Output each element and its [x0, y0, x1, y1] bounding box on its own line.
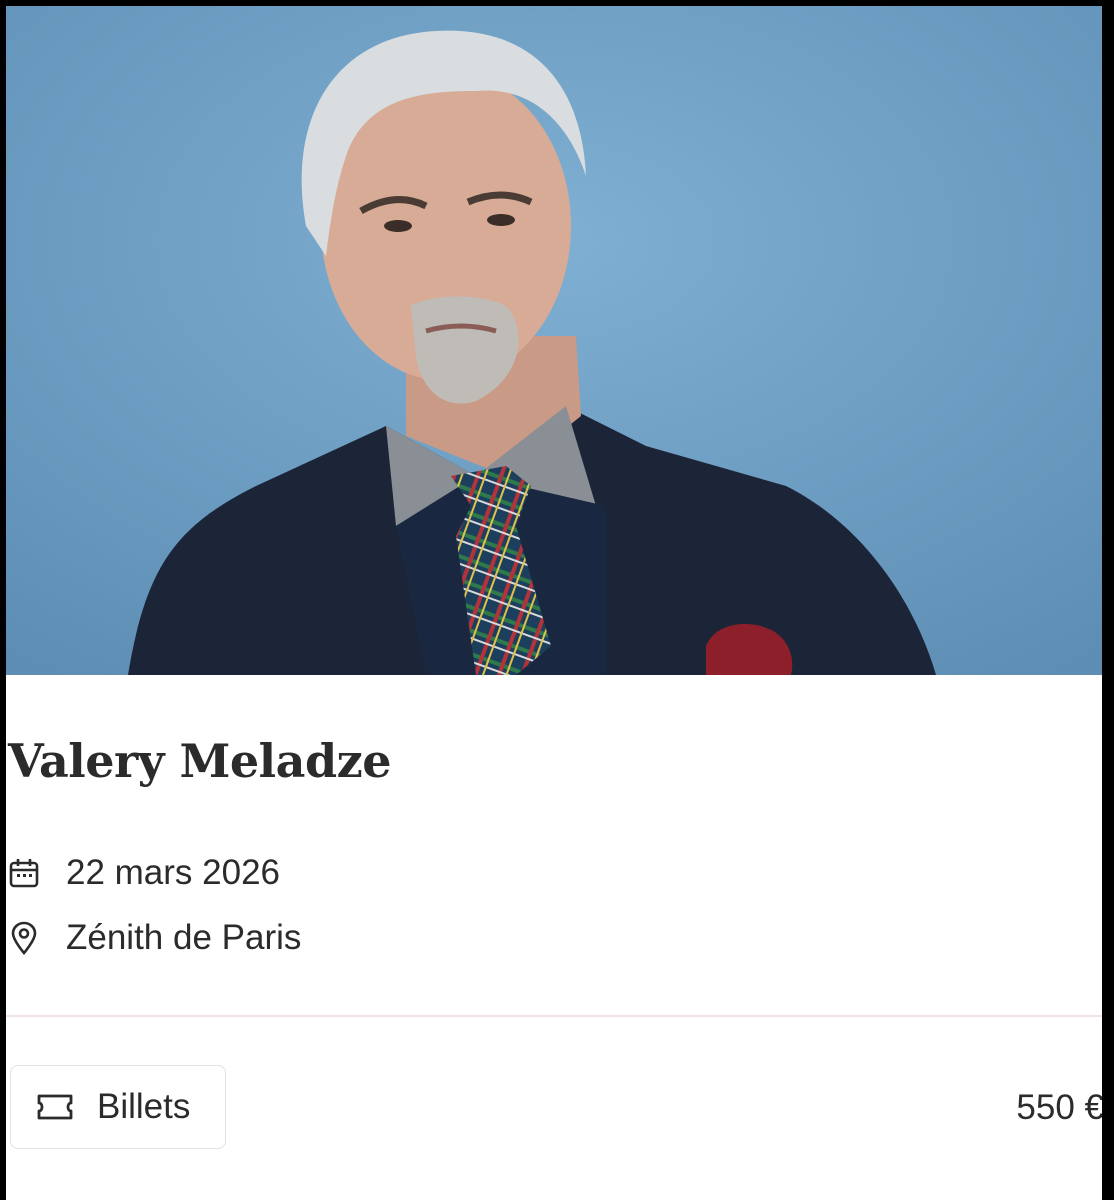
event-date-row: 22 mars 2026	[6, 853, 280, 893]
event-date: 22 mars 2026	[66, 853, 281, 892]
event-venue-row: Zénith de Paris	[6, 918, 301, 958]
artist-photo	[6, 6, 1102, 675]
divider	[6, 1015, 1102, 1017]
ticket-price: 550 €	[1016, 1088, 1102, 1127]
tickets-button-label: Billets	[97, 1087, 191, 1126]
calendar-icon	[6, 855, 42, 891]
tickets-button[interactable]: Billets	[10, 1065, 226, 1149]
map-pin-icon	[6, 920, 42, 956]
event-card: Valery Meladze 22 mars 2026 Zénith de Pa…	[6, 6, 1102, 1200]
event-title: Valery Meladze	[8, 734, 392, 788]
ticket-icon	[35, 1087, 75, 1127]
event-venue: Zénith de Paris	[66, 918, 302, 957]
